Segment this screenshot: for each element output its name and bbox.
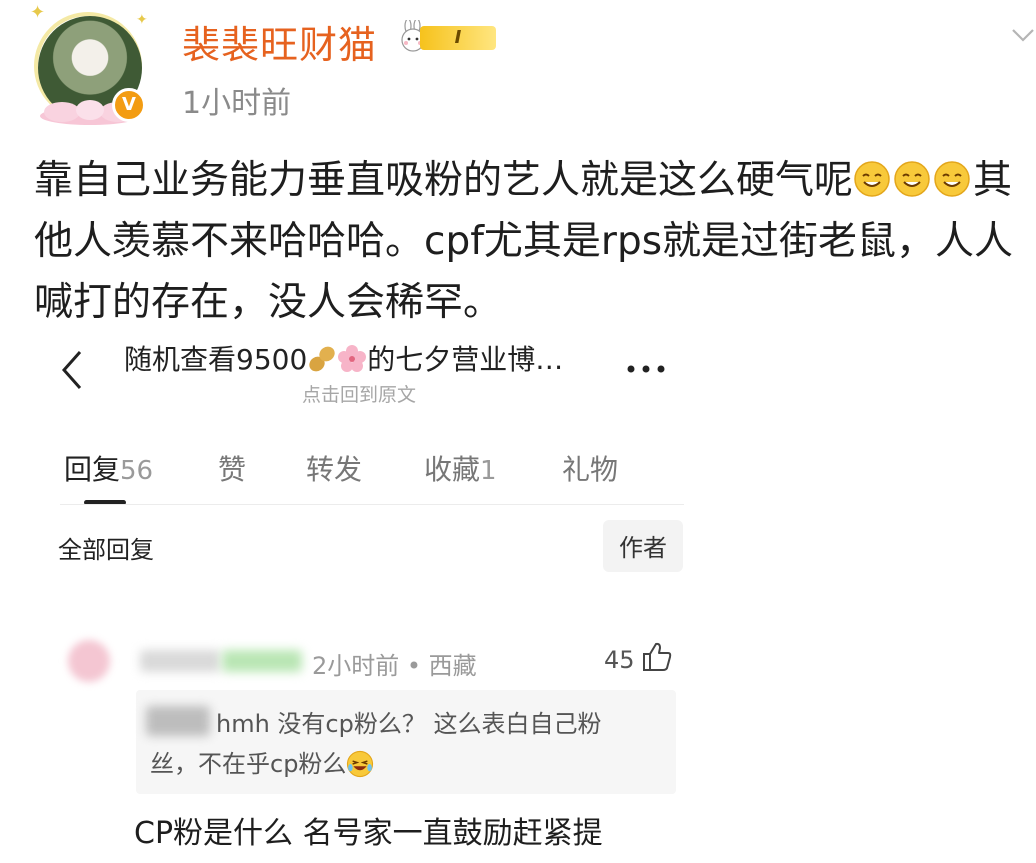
- author-filter-button[interactable]: 作者: [603, 520, 683, 572]
- peanut-icon: [309, 346, 335, 372]
- avatar[interactable]: ✦ ✦ V: [30, 2, 148, 126]
- all-replies-filter[interactable]: 全部回复: [58, 530, 154, 565]
- tab-likes-label: 赞: [218, 453, 247, 486]
- quoted-line-2: 丝，不在乎cp粉么: [150, 744, 650, 784]
- post-line-1: 靠自己业务能力垂直吸粉的艺人就是这么硬气呢 其: [34, 150, 1034, 211]
- username[interactable]: 裴裴旺财猫: [182, 14, 377, 69]
- divider: [60, 504, 684, 505]
- chevron-down-icon[interactable]: [1010, 22, 1036, 48]
- post-time: 1小时前: [182, 86, 292, 121]
- smile-emoji-icon: [934, 161, 970, 197]
- tab-favorites-label: 收藏: [424, 453, 481, 486]
- back-arrow-icon[interactable]: [58, 348, 86, 392]
- tab-replies[interactable]: 回复56: [64, 448, 153, 488]
- quoted-comment-text: hmh 没有cp粉么？ 这么表白自己粉 丝，不在乎cp粉么: [150, 704, 650, 784]
- verified-badge: V: [112, 88, 146, 122]
- post-line-1-text: 靠自己业务能力垂直吸粉的艺人就是这么硬气呢: [34, 158, 854, 203]
- sparkle-icon: ✦: [30, 2, 46, 23]
- tab-replies-label: 回复: [64, 453, 121, 486]
- tab-favorites[interactable]: 收藏1: [424, 448, 497, 488]
- reply-text: CP粉是什么 名号家一直鼓励赶紧提: [134, 816, 603, 851]
- comment-like-count: 45: [604, 646, 635, 674]
- tab-replies-count: 56: [120, 456, 154, 486]
- embedded-title[interactable]: 随机查看9500 的七夕营业博…: [124, 338, 563, 378]
- commenter-name-blurred[interactable]: [222, 650, 302, 672]
- embedded-title-suffix: 的七夕营业博…: [367, 343, 564, 376]
- post-body: 靠自己业务能力垂直吸粉的艺人就是这么硬气呢 其 他人羡慕不来哈哈哈。cpf尤其是r…: [34, 150, 1034, 333]
- smile-emoji-icon: [894, 161, 930, 197]
- quoted-line-2-text: 丝，不在乎cp粉么: [150, 750, 347, 778]
- embedded-title-prefix: 随机查看9500: [124, 343, 308, 376]
- tab-reposts[interactable]: 转发: [306, 448, 362, 488]
- quoted-line-1-text: hmh 没有cp粉么？ 这么表白自己粉: [216, 710, 602, 738]
- commenter-avatar[interactable]: [68, 640, 110, 682]
- tab-favorites-count: 1: [480, 456, 497, 486]
- thumbs-up-icon[interactable]: [640, 640, 674, 674]
- post-line-2: 他人羡慕不来哈哈哈。cpf尤其是rps就是过街老鼠，人人: [34, 219, 1014, 264]
- quoted-line-1: hmh 没有cp粉么？ 这么表白自己粉: [150, 704, 650, 744]
- level-badge-label: I: [420, 26, 496, 50]
- more-options-icon[interactable]: [626, 362, 666, 376]
- smile-emoji-icon: [854, 161, 890, 197]
- level-badge[interactable]: I: [398, 18, 498, 58]
- tab-likes[interactable]: 赞: [218, 448, 246, 488]
- cherry-blossom-icon: [338, 345, 367, 372]
- commenter-name-blurred[interactable]: [140, 650, 220, 672]
- post-line-3: 喊打的存在，没人会稀罕。: [34, 280, 503, 325]
- back-to-original-link[interactable]: 点击回到原文: [302, 380, 416, 407]
- sparkle-icon: ✦: [136, 12, 148, 28]
- tab-reposts-label: 转发: [306, 453, 363, 486]
- post-line-1-tail: 其: [973, 158, 1013, 203]
- tab-gifts[interactable]: 礼物: [562, 448, 618, 488]
- laughing-emoji-icon: [347, 750, 374, 778]
- tab-gifts-label: 礼物: [562, 453, 619, 486]
- comment-meta: 2小时前 • 西藏: [312, 652, 477, 680]
